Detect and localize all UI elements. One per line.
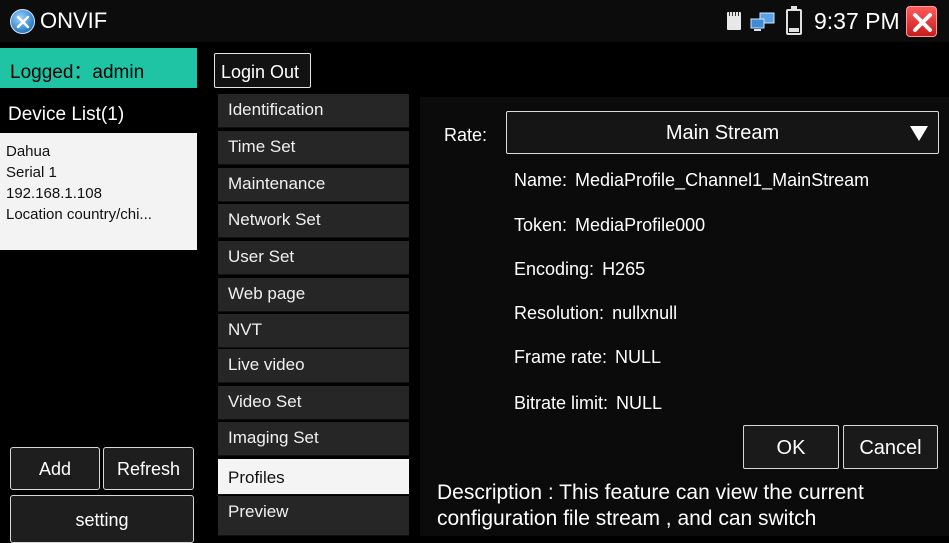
- device-ip: 192.168.1.108: [6, 185, 102, 202]
- clock: 9:37 PM: [814, 8, 900, 34]
- name-row: Name: MediaProfile_Channel1_MainStream: [514, 170, 869, 191]
- close-icon: [913, 13, 932, 32]
- rate-selected-value: Main Stream: [665, 122, 780, 144]
- network-icon: [750, 12, 776, 32]
- menu-item-time-set[interactable]: Time Set: [218, 131, 409, 165]
- menu-item-maintenance[interactable]: Maintenance: [218, 168, 409, 202]
- app-title: ONVIF: [40, 8, 108, 33]
- bitrate-label: Bitrate limit:: [514, 393, 609, 413]
- logged-status: Logged：admin: [0, 48, 197, 88]
- menu-item-web-page[interactable]: Web page: [218, 278, 409, 312]
- menu-item-nvt[interactable]: NVT: [218, 314, 409, 348]
- bitrate-value: NULL: [616, 393, 663, 413]
- menu-item-user-set[interactable]: User Set: [218, 241, 409, 275]
- battery-icon: [786, 6, 802, 35]
- resolution-value: nullxnull: [612, 303, 678, 323]
- refresh-button[interactable]: Refresh: [103, 447, 194, 490]
- dropdown-arrow-icon: [910, 126, 928, 141]
- name-label: Name:: [514, 170, 568, 190]
- encoding-value: H265: [602, 259, 646, 279]
- framerate-label: Frame rate:: [514, 347, 608, 367]
- bitrate-row: Bitrate limit: NULL: [514, 393, 662, 414]
- rate-select[interactable]: Main Stream: [506, 111, 939, 154]
- menu-item-live-video[interactable]: Live video: [218, 349, 409, 383]
- menu-item-network-set[interactable]: Network Set: [218, 204, 409, 238]
- framerate-value: NULL: [615, 347, 662, 367]
- device-list-title: Device List(1): [8, 104, 125, 125]
- title-bar: [0, 0, 949, 42]
- rate-label: Rate:: [444, 125, 488, 145]
- cancel-button[interactable]: Cancel: [843, 425, 938, 469]
- device-name: Dahua: [6, 143, 51, 160]
- login-out-button[interactable]: Login Out: [214, 53, 311, 88]
- device-location: Location country/chi...: [6, 206, 152, 223]
- resolution-row: Resolution: nullxnull: [514, 303, 677, 324]
- description-text: Description : This feature can view the …: [437, 481, 864, 530]
- token-row: Token: MediaProfile000: [514, 215, 705, 236]
- name-value: MediaProfile_Channel1_MainStream: [575, 170, 870, 190]
- ok-button[interactable]: OK: [743, 425, 839, 469]
- menu-item-preview[interactable]: Preview: [218, 496, 409, 536]
- profile-panel: [420, 97, 949, 536]
- sd-card-icon: [727, 12, 741, 30]
- add-button[interactable]: Add: [10, 447, 100, 490]
- resolution-label: Resolution:: [514, 303, 605, 323]
- token-value: MediaProfile000: [575, 215, 706, 235]
- menu-item-video-set[interactable]: Video Set: [218, 386, 409, 420]
- encoding-row: Encoding: H265: [514, 259, 645, 280]
- onvif-logo-icon: [10, 9, 35, 34]
- device-serial: Serial 1: [6, 164, 57, 181]
- menu-item-profiles[interactable]: Profiles: [218, 459, 409, 495]
- framerate-row: Frame rate: NULL: [514, 347, 661, 368]
- token-label: Token:: [514, 215, 568, 235]
- close-button[interactable]: [906, 6, 937, 37]
- menu-item-identification[interactable]: Identification: [218, 94, 409, 128]
- encoding-label: Encoding:: [514, 259, 595, 279]
- device-list-item[interactable]: Dahua Serial 1 192.168.1.108 Location co…: [0, 133, 197, 250]
- menu-item-imaging-set[interactable]: Imaging Set: [218, 422, 409, 456]
